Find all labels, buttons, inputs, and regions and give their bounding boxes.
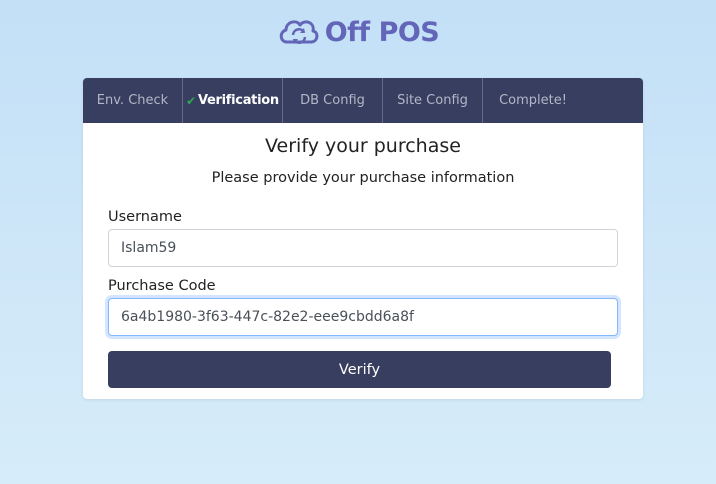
verify-button[interactable]: Verify: [108, 351, 611, 388]
username-input[interactable]: [108, 229, 618, 267]
logo: Off POS: [0, 14, 716, 50]
tab-verification[interactable]: ✔ Verification: [183, 78, 283, 123]
username-label: Username: [108, 209, 182, 225]
form-body: Verify your purchase Please provide your…: [83, 123, 643, 399]
page-title: Verify your purchase: [265, 135, 461, 157]
purchase-code-input[interactable]: [108, 298, 618, 336]
tab-env-check[interactable]: Env. Check: [83, 78, 183, 123]
tab-complete[interactable]: Complete!: [483, 78, 583, 123]
tab-db-config[interactable]: DB Config: [283, 78, 383, 123]
page-subtitle: Please provide your purchase information: [211, 170, 515, 186]
cloud-sync-icon: [279, 20, 319, 44]
logo-text: Off POS: [324, 16, 440, 48]
checkmark-icon: ✔: [186, 93, 196, 108]
installer-card: Env. Check ✔ Verification DB Config Site…: [83, 78, 643, 399]
tab-site-config[interactable]: Site Config: [383, 78, 483, 123]
step-tabs: Env. Check ✔ Verification DB Config Site…: [83, 78, 643, 123]
purchase-code-label: Purchase Code: [108, 278, 216, 294]
